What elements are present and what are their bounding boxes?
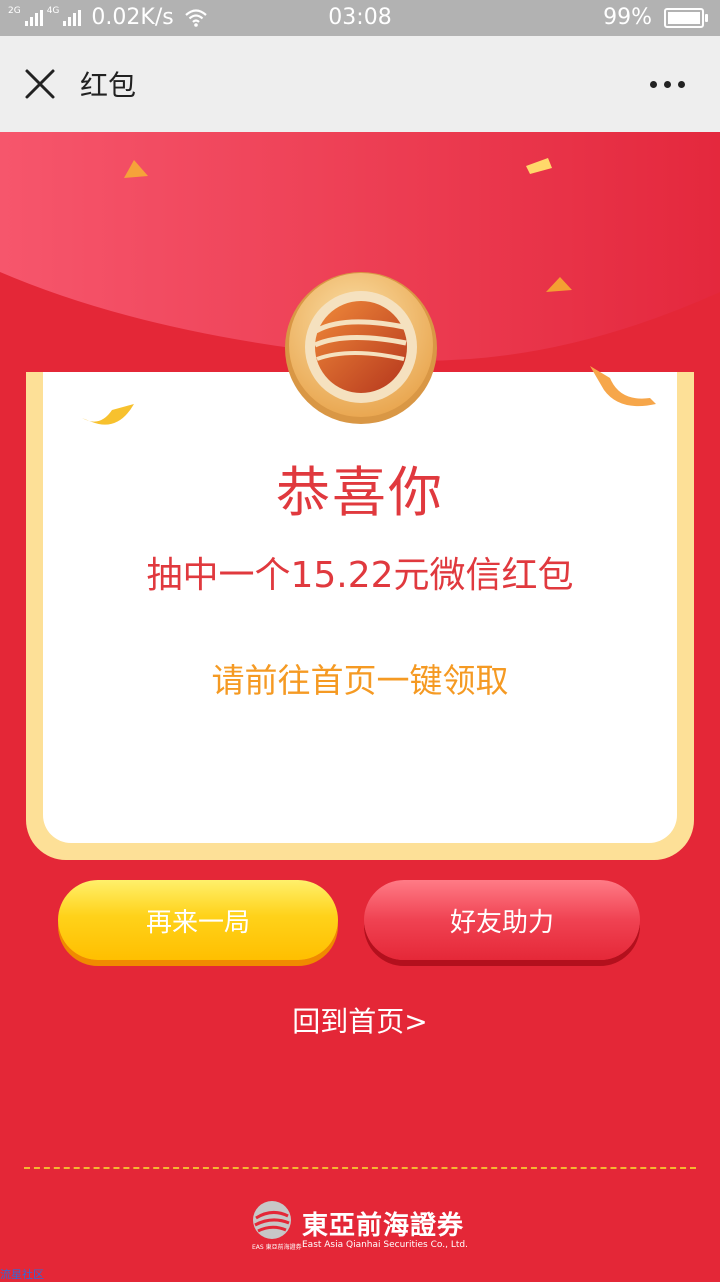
congrats-title: 恭喜你 (276, 461, 444, 524)
logo-small-text: EAS 東亞前海證券 (252, 1244, 302, 1251)
more-dot-icon (649, 80, 657, 88)
coin-icon (285, 272, 437, 424)
claim-hint: 请前往首页一键领取 (211, 661, 509, 700)
logo-english-name: East Asia Qianhai Securities Co., Ltd. (302, 1240, 468, 1250)
status-bar: 2G 4G 0.02K/s 03:08 99% (0, 0, 720, 36)
battery-icon (664, 7, 708, 28)
more-dot-icon (663, 80, 671, 88)
logo-chinese-name: 東亞前海證券 (302, 1211, 465, 1241)
prize-text: 抽中一个15.22元微信红包 (146, 555, 574, 596)
back-to-home-link[interactable]: 回到首页> (0, 1000, 720, 1040)
dashed-divider (24, 1167, 696, 1169)
status-right: 99% (603, 5, 708, 30)
more-dot-icon (677, 80, 685, 88)
logo-mark-icon (253, 1201, 291, 1239)
more-menu-button[interactable] (642, 66, 692, 102)
company-logo: EAS 東亞前海證券 東亞前海證券 East Asia Qianhai Secu… (252, 1200, 472, 1256)
page-title: 红包 (80, 69, 137, 102)
play-again-button[interactable]: 再来一局 (58, 880, 338, 960)
friend-help-button[interactable]: 好友助力 (364, 880, 640, 960)
nav-bar: 红包 (0, 36, 720, 132)
close-icon[interactable] (20, 64, 60, 104)
battery-percent: 99% (603, 5, 652, 30)
